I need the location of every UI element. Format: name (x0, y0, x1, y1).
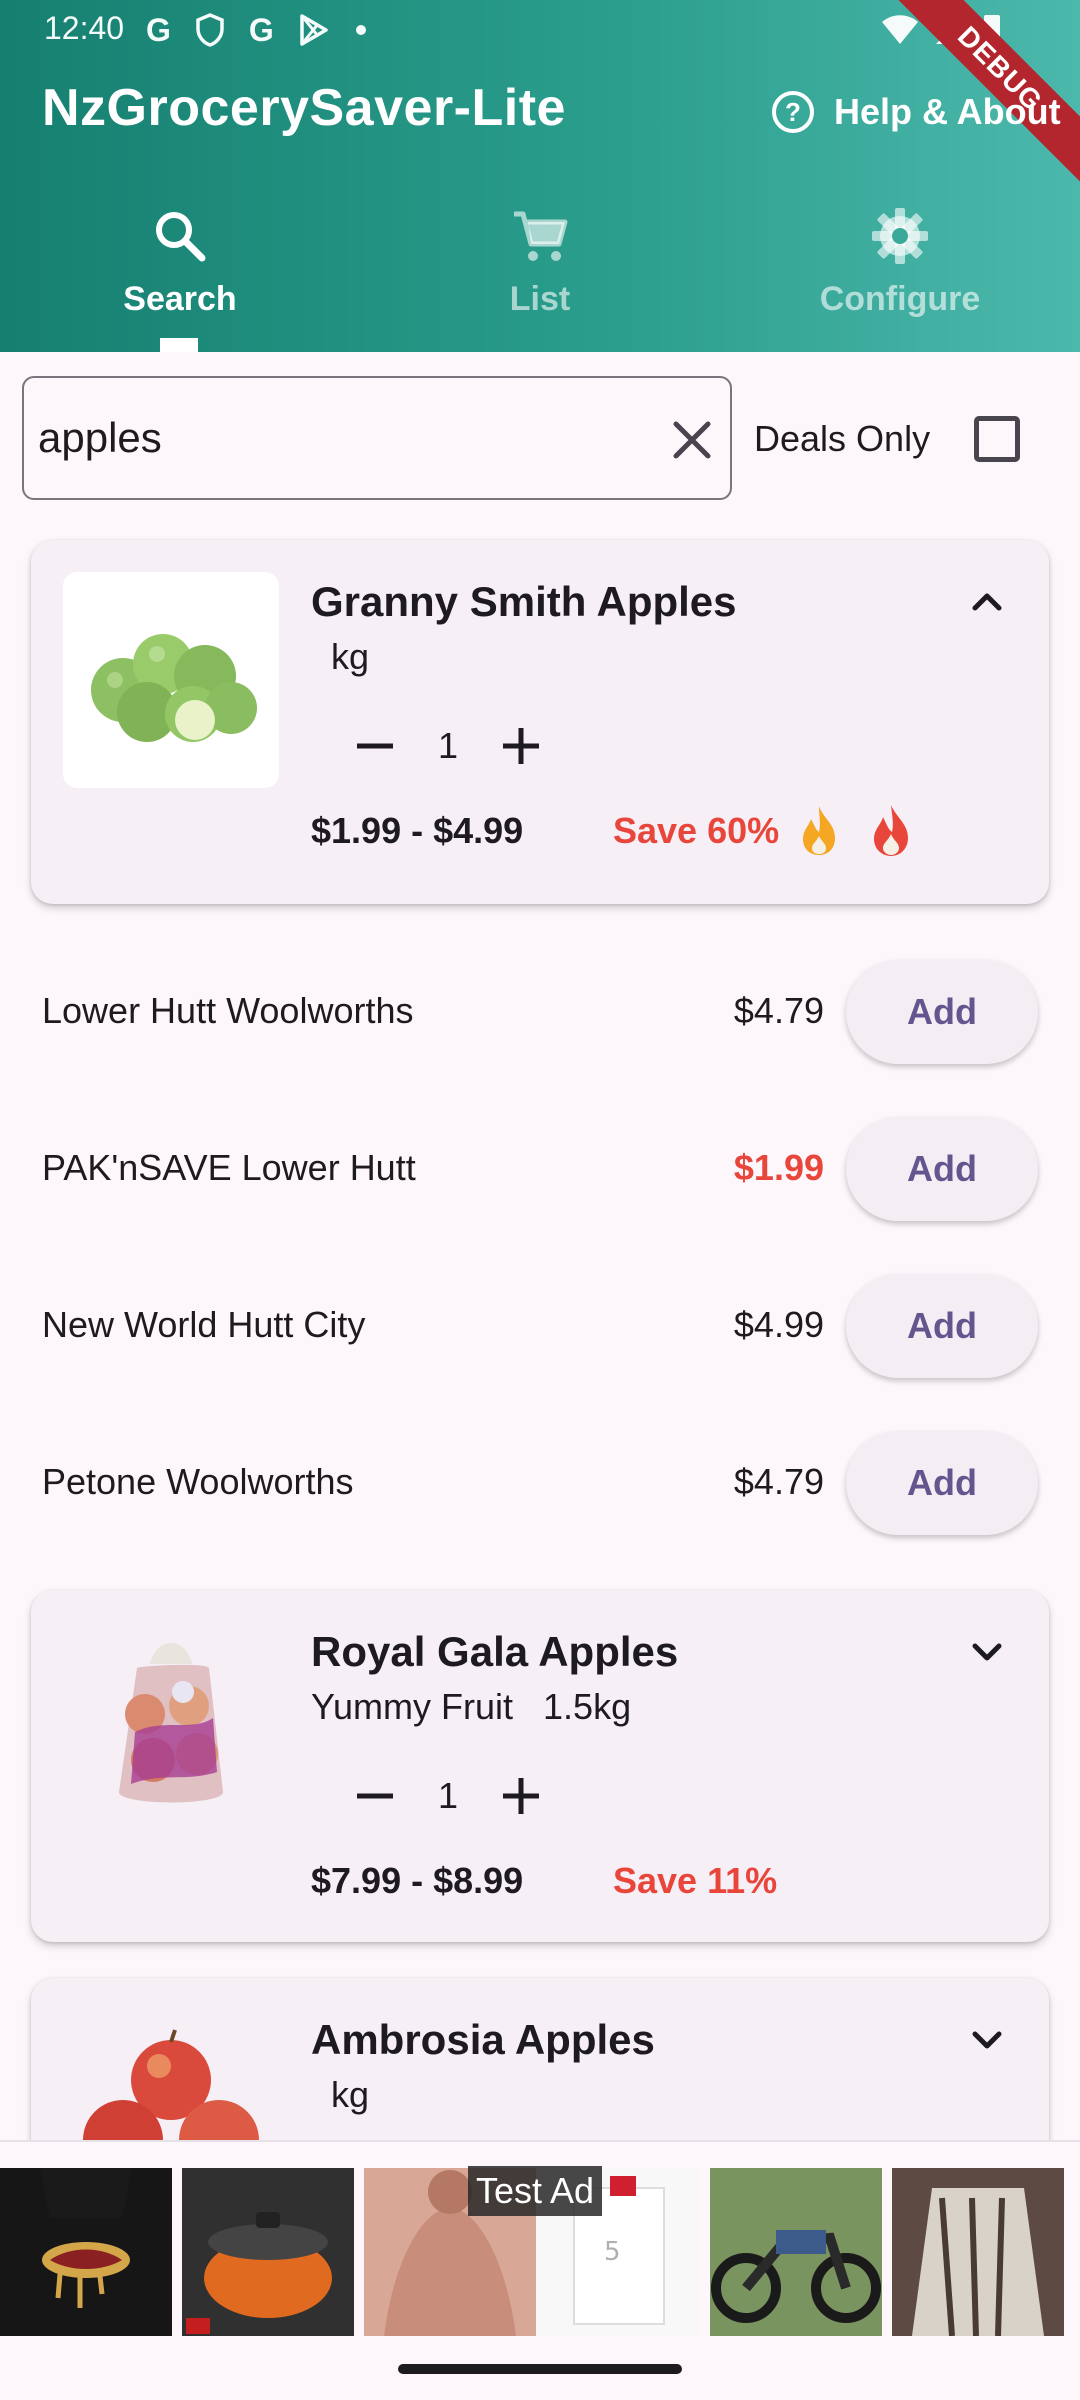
product-name: Ambrosia Apples (311, 2016, 655, 2063)
minus-icon[interactable] (347, 1768, 403, 1824)
quantity-stepper: 1 (347, 1768, 549, 1824)
help-icon: ? (772, 91, 814, 133)
save-percentage: Save 11% (613, 1860, 778, 1901)
quantity-value: 1 (437, 725, 459, 766)
tab-list-label: List (509, 280, 571, 318)
store-price-deal: $1.99 (733, 1147, 824, 1188)
product-card[interactable]: Royal Gala Apples Yummy Fruit 1.5kg 1 $7… (31, 1590, 1049, 1942)
help-about-label: Help & About (834, 91, 1061, 132)
minus-icon[interactable] (347, 718, 403, 774)
fire-icon (874, 805, 908, 856)
ad-banner[interactable]: 5 Test Ad (0, 2140, 1080, 2340)
play-store-icon (300, 14, 328, 46)
ad-image (710, 2168, 882, 2336)
tab-configure-label: Configure (819, 280, 981, 318)
add-button[interactable]: Add (846, 1274, 1038, 1378)
store-row: Petone Woolworths $4.79 Add (0, 1427, 1080, 1537)
tab-configure[interactable]: Configure (720, 196, 1080, 352)
deals-only-checkbox[interactable] (974, 416, 1020, 462)
ad-image (892, 2168, 1064, 2336)
app-header: 12:40 G G DEBUG NzGrocerySaver-Lite ? He… (0, 0, 1080, 352)
cart-icon (514, 211, 568, 261)
price-range: $1.99 - $4.99 (311, 810, 524, 851)
save-percentage: Save 60% (613, 810, 780, 851)
tab-search-label: Search (123, 280, 237, 318)
plus-icon[interactable] (493, 718, 549, 774)
product-image (63, 1622, 279, 1838)
clear-icon[interactable] (666, 414, 718, 466)
search-input[interactable] (38, 408, 618, 468)
home-indicator[interactable] (398, 2364, 682, 2374)
search-icon (156, 212, 206, 262)
quantity-stepper: 1 (347, 718, 549, 774)
wifi-icon (882, 15, 918, 44)
google-icon: G (248, 12, 274, 48)
store-name: Petone Woolworths (42, 1461, 354, 1502)
product-card[interactable]: Granny Smith Apples kg 1 $1.99 - $4.99 S… (31, 540, 1049, 904)
search-field[interactable] (22, 376, 732, 500)
price-range: $7.99 - $8.99 (311, 1860, 524, 1901)
add-button[interactable]: Add (846, 1431, 1038, 1535)
store-name: PAK'nSAVE Lower Hutt (42, 1147, 416, 1188)
store-row: New World Hutt City $4.99 Add (0, 1270, 1080, 1380)
quantity-value: 1 (437, 1775, 459, 1816)
product-brand-size: Yummy Fruit 1.5kg (311, 1686, 632, 1727)
help-about-button[interactable]: ? Help & About (772, 84, 1061, 140)
store-price: $4.79 (733, 990, 824, 1031)
product-unit: kg (311, 636, 370, 677)
store-row: PAK'nSAVE Lower Hutt $1.99 Add (0, 1113, 1080, 1223)
product-name: Granny Smith Apples (311, 578, 737, 625)
ad-image (0, 2168, 172, 2336)
deals-only-label: Deals Only (754, 418, 931, 459)
svg-text:5: 5 (604, 2237, 621, 2267)
store-name: Lower Hutt Woolworths (42, 990, 414, 1031)
product-unit: kg (311, 2074, 370, 2115)
status-time: 12:40 (44, 10, 125, 46)
chevron-down-icon[interactable] (961, 1626, 1013, 1678)
notification-icons: G G (146, 12, 368, 48)
store-price: $4.79 (733, 1461, 824, 1502)
chevron-up-icon[interactable] (961, 576, 1013, 628)
active-tab-indicator (160, 338, 198, 352)
store-price: $4.99 (733, 1304, 824, 1345)
add-button[interactable]: Add (846, 960, 1038, 1064)
chevron-down-icon[interactable] (961, 2014, 1013, 2066)
tab-search[interactable]: Search (0, 196, 360, 352)
ad-image (182, 2168, 354, 2336)
tab-list[interactable]: List (360, 196, 720, 352)
plus-icon[interactable] (493, 1768, 549, 1824)
store-row: Lower Hutt Woolworths $4.79 Add (0, 956, 1080, 1066)
test-ad-label: Test Ad (468, 2166, 603, 2216)
product-name: Royal Gala Apples (311, 1628, 679, 1675)
google-icon: G (146, 12, 171, 48)
add-button[interactable]: Add (846, 1117, 1038, 1221)
store-name: New World Hutt City (42, 1304, 366, 1345)
tab-bar: Search List Configure (0, 196, 1080, 352)
app-title: NzGrocerySaver-Lite (42, 79, 566, 137)
product-image (63, 572, 279, 788)
dot-icon (355, 25, 366, 35)
gear-icon (872, 208, 928, 264)
shield-icon (196, 13, 224, 47)
flame-icon (803, 806, 835, 855)
